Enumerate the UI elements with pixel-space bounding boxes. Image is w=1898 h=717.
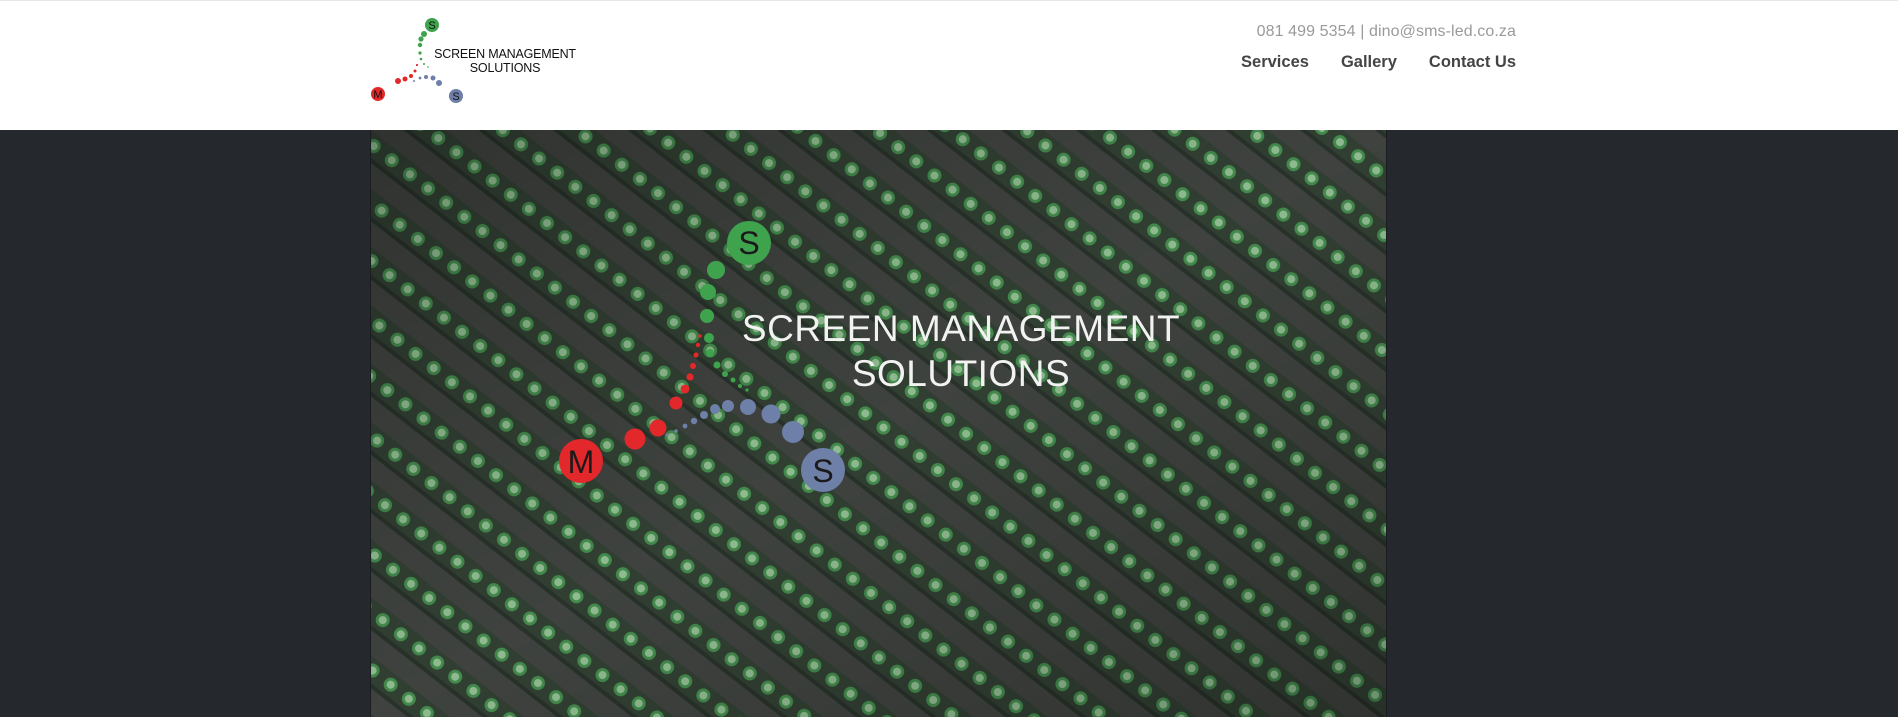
- hero-title: SCREEN MANAGEMENT SOLUTIONS: [691, 306, 1231, 396]
- site-header: S M S SCREEN MANAGEMENT SOLUTIONS 081 49: [0, 0, 1898, 130]
- led-strip-background-image: S M S: [371, 130, 1386, 717]
- logo-text-line2: SOLUTIONS: [469, 61, 541, 75]
- contact-info: 081 499 5354 | dino@sms-led.co.za: [1256, 23, 1516, 40]
- logo-letter-left: M: [373, 89, 382, 101]
- hero-letter-right: S: [812, 453, 833, 489]
- site-logo[interactable]: S M S SCREEN MANAGEMENT SOLUTIONS: [370, 15, 576, 107]
- nav-services-link[interactable]: Services: [1241, 53, 1309, 72]
- logo-letter-top: S: [428, 20, 435, 32]
- logo-letter-right: S: [452, 91, 459, 103]
- nav-gallery-link[interactable]: Gallery: [1341, 53, 1397, 72]
- logo-text: SCREEN MANAGEMENT SOLUTIONS: [430, 47, 580, 75]
- hero-title-line1: SCREEN MANAGEMENT: [741, 308, 1181, 349]
- nav-contact-us-link[interactable]: Contact Us: [1429, 53, 1516, 72]
- hero-letter-top: S: [738, 225, 759, 261]
- main-nav: Services Gallery Contact Us: [1241, 53, 1516, 72]
- logo-text-line1: SCREEN MANAGEMENT: [434, 47, 576, 61]
- hero-banner: S M S SCREEN MANAGEMENT SOLUTIONS: [370, 130, 1387, 717]
- hero-letter-left: M: [568, 444, 595, 480]
- hero-title-line2: SOLUTIONS: [851, 353, 1071, 394]
